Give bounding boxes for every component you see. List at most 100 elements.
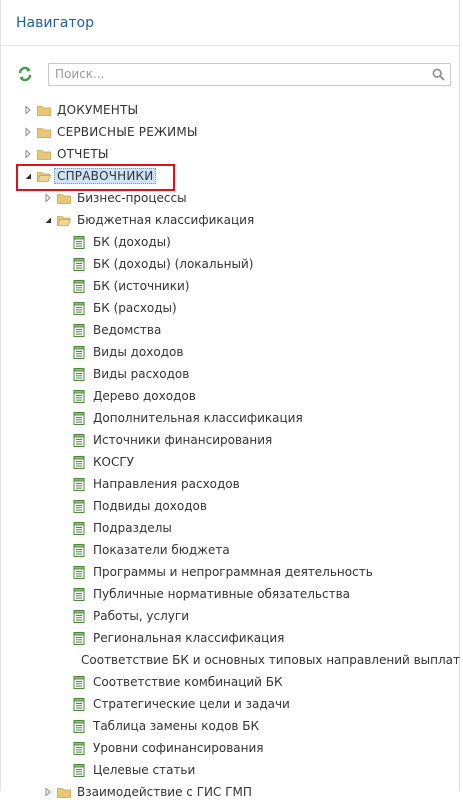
tree-node-budget-classification[interactable]: Бюджетная классификация [1,209,459,231]
directory-item-icon [73,587,85,601]
tree-node-label: ДОКУМЕНТЫ [57,103,139,117]
tree-leaf-label: Публичные нормативные обязательства [93,587,351,601]
tree-leaf-item[interactable]: Ведомства [1,319,459,341]
expand-arrow-icon[interactable] [43,787,53,797]
tree-leaf-item[interactable]: Виды доходов [1,341,459,363]
budget-classification-items: БК (доходы) БК (доходы) (локальный) БК (ис… [1,231,461,781]
tree-leaf-label: Соответствие комбинаций БК [93,675,283,689]
tree-leaf-item[interactable]: Публичные нормативные обязательства [1,583,459,605]
directory-item-icon [73,235,85,249]
tree-leaf-item[interactable]: Соответствие комбинаций БК [1,671,459,693]
tree-leaf-label: БК (источники) [93,279,190,293]
navigator-tree: ДОКУМЕНТЫ СЕРВИСНЫЕ РЕЖИМЫ ОТЧЕТЫ СПРАВО… [1,99,461,803]
tree-leaf-label: Подразделы [93,521,172,535]
tree-leaf-item[interactable]: КОСГУ [1,451,459,473]
navigator-title: Навигатор [16,14,94,31]
folder-icon [57,787,71,798]
directory-item-icon [73,411,85,425]
tree-leaf-item[interactable]: Подвиды доходов [1,495,459,517]
tree-leaf-label: БК (доходы) (локальный) [93,257,254,271]
directory-item-icon [73,565,85,579]
tree-leaf-label: Ведомства [93,323,162,337]
directory-item-icon [73,631,85,645]
directory-item-icon [73,609,85,623]
tree-leaf-item[interactable]: БК (источники) [1,275,459,297]
tree-leaf-label: Источники финансирования [93,433,273,447]
directory-item-icon [73,477,85,491]
tree-leaf-label: Уровни софинансирования [93,741,264,755]
tree-leaf-label: КОСГУ [93,455,134,469]
expand-arrow-icon[interactable] [23,127,33,137]
tree-leaf-item[interactable]: Подразделы [1,517,459,539]
tree-node-label: Бюджетная классификация [77,213,255,227]
navigator-panel: Навигатор ДОКУМЕНТЫ [0,0,460,799]
search-icon[interactable] [432,68,445,81]
directory-item-icon [73,323,85,337]
folder-icon [37,149,51,160]
expand-arrow-icon[interactable] [43,193,53,203]
tree-leaf-item[interactable]: Целевые статьи [1,759,459,781]
tree-leaf-label: БК (расходы) [93,301,177,315]
tree-leaf-item[interactable]: Виды расходов [1,363,459,385]
tree-node-label: ОТЧЕТЫ [57,147,109,161]
tree-node-label: СЕРВИСНЫЕ РЕЖИМЫ [57,125,198,139]
directory-item-icon [73,455,85,469]
tree-leaf-label: Дерево доходов [93,389,196,403]
tree-leaf-label: Работы, услуги [93,609,189,623]
search-box [48,62,451,86]
tree-leaf-item[interactable]: Работы, услуги [1,605,459,627]
tree-node-label: Взаимодействие с ГИС ГМП [77,785,252,799]
directory-item-icon [73,697,85,711]
tree-node-documents[interactable]: ДОКУМЕНТЫ [1,99,459,121]
directory-item-icon [73,719,85,733]
directory-item-icon [73,279,85,293]
tree-node-service-modes[interactable]: СЕРВИСНЫЕ РЕЖИМЫ [1,121,459,143]
collapse-arrow-icon[interactable] [43,215,53,225]
tree-node-label: Бизнес-процессы [77,191,187,205]
tree-leaf-item[interactable]: Направления расходов [1,473,459,495]
tree-leaf-item[interactable]: Дерево доходов [1,385,459,407]
highlight-annotation [16,164,175,191]
tree-leaf-label: Показатели бюджета [93,543,230,557]
tree-leaf-item[interactable]: Региональная классификация [1,627,459,649]
directory-item-icon [73,543,85,557]
refresh-icon [18,66,32,82]
tree-node-gis-gmp[interactable]: Взаимодействие с ГИС ГМП [1,781,459,803]
tree-node-reports[interactable]: ОТЧЕТЫ [1,143,459,165]
tree-leaf-item[interactable]: Стратегические цели и задачи [1,693,459,715]
tree-leaf-label: Виды доходов [93,345,184,359]
tree-leaf-item[interactable]: БК (доходы) [1,231,459,253]
tree-leaf-label: Виды расходов [93,367,190,381]
directory-item-icon [73,433,85,447]
tree-leaf-item[interactable]: Соответствие БК и основных типовых напра… [1,649,461,671]
directory-item-icon [73,345,85,359]
directory-item-icon [73,763,85,777]
expand-arrow-icon[interactable] [23,149,33,159]
directory-item-icon [73,741,85,755]
tree-leaf-item[interactable]: БК (расходы) [1,297,459,319]
directory-item-icon [73,389,85,403]
navigator-header: Навигатор [1,0,459,46]
tree-leaf-label: Дополнительная классификация [93,411,303,425]
refresh-button[interactable] [16,65,34,83]
directory-item-icon [73,367,85,381]
directory-item-icon [73,301,85,315]
tree-leaf-item[interactable]: Таблица замены кодов БК [1,715,459,737]
tree-leaf-label: БК (доходы) [93,235,171,249]
tree-leaf-item[interactable]: БК (доходы) (локальный) [1,253,459,275]
directory-item-icon [73,499,85,513]
tree-leaf-item[interactable]: Уровни софинансирования [1,737,459,759]
search-input[interactable] [49,63,450,85]
tree-leaf-label: Соответствие БК и основных типовых напра… [81,653,461,667]
tree-leaf-item[interactable]: Показатели бюджета [1,539,459,561]
tree-leaf-item[interactable]: Дополнительная классификация [1,407,459,429]
tree-leaf-item[interactable]: Источники финансирования [1,429,459,451]
tree-leaf-item[interactable]: Программы и непрограммная деятельность [1,561,459,583]
tree-leaf-label: Региональная классификация [93,631,285,645]
folder-icon [57,193,71,204]
tree-leaf-label: Стратегические цели и задачи [93,697,290,711]
tree-leaf-label: Программы и непрограммная деятельность [93,565,373,579]
expand-arrow-icon[interactable] [23,105,33,115]
directory-item-icon [73,675,85,689]
folder-open-icon [57,215,71,226]
